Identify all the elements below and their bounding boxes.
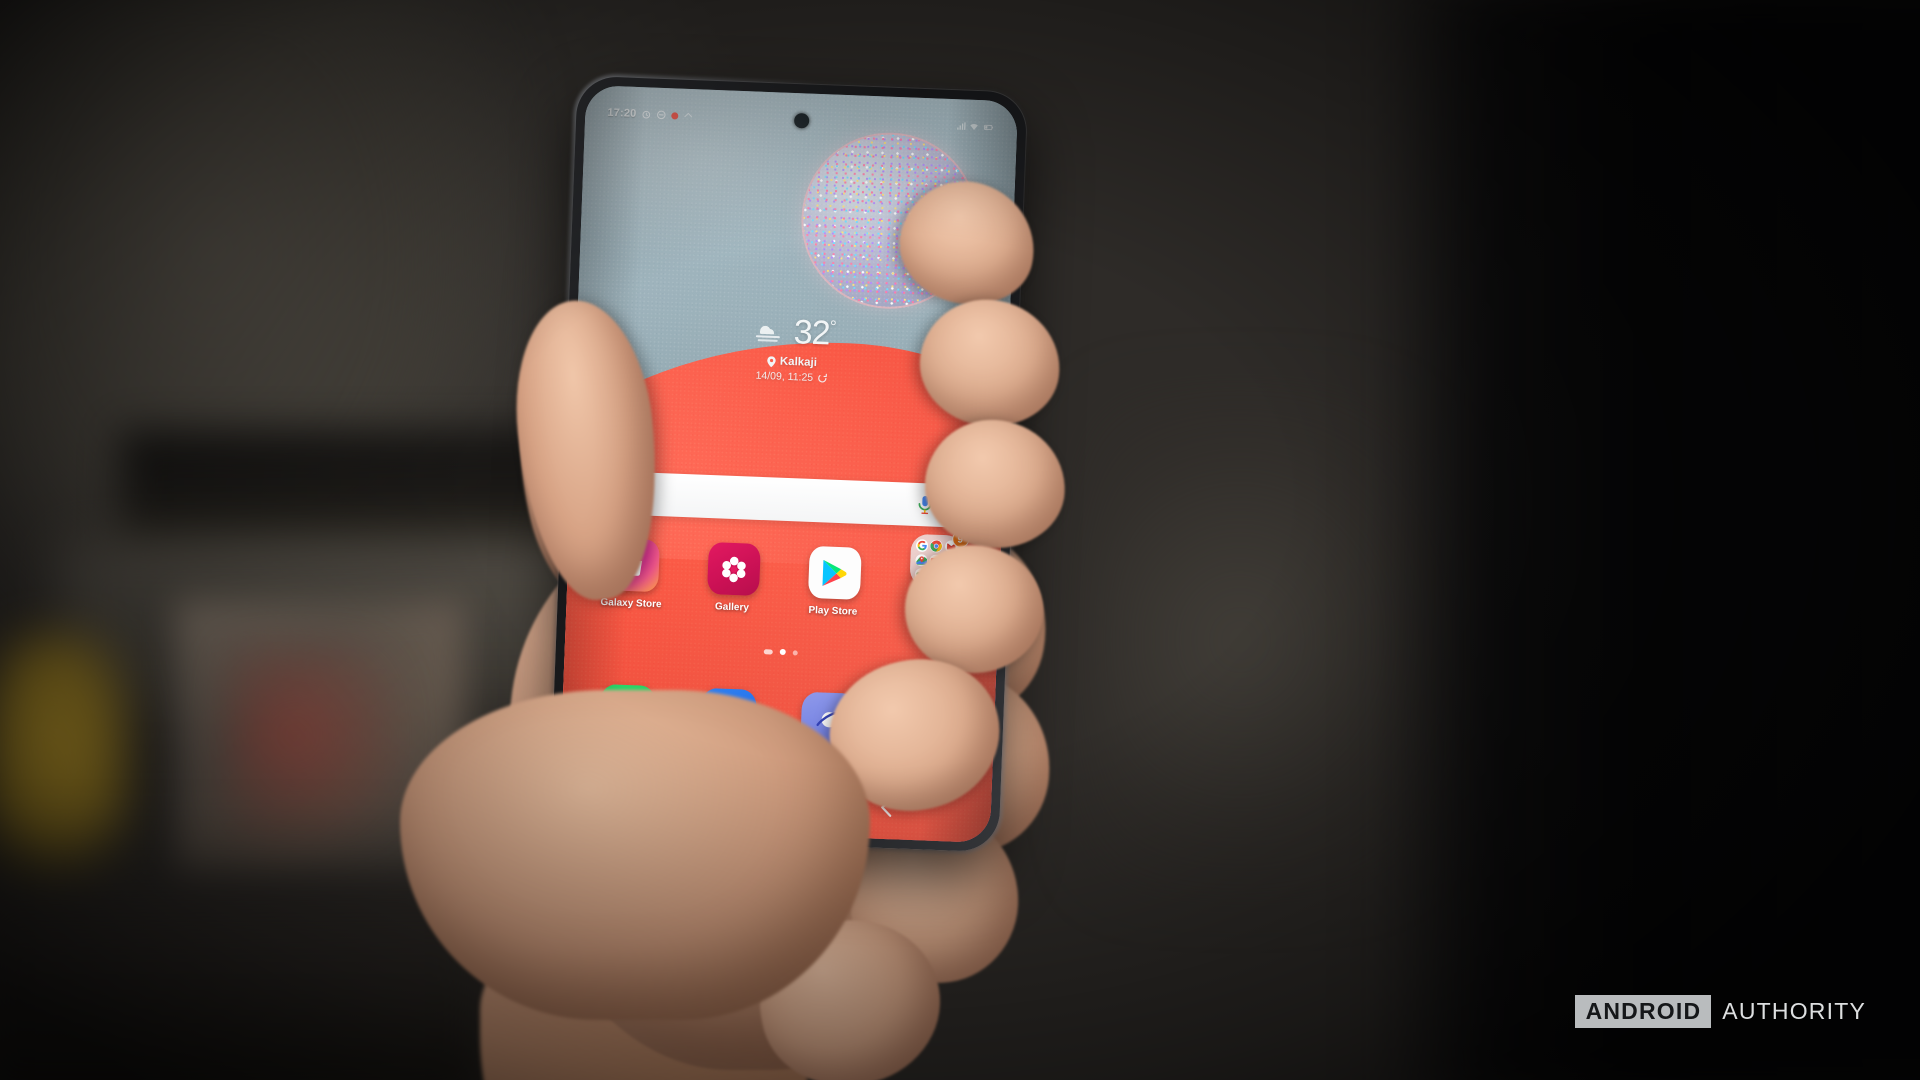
photo-vignette [0, 0, 1920, 1080]
watermark-brand-plain: AUTHORITY [1722, 998, 1866, 1024]
watermark-brand-boxed: ANDROID [1574, 995, 1712, 1028]
watermark: ANDROID AUTHORITY [1574, 995, 1866, 1028]
photo-scene: 17:20 [0, 0, 1920, 1080]
